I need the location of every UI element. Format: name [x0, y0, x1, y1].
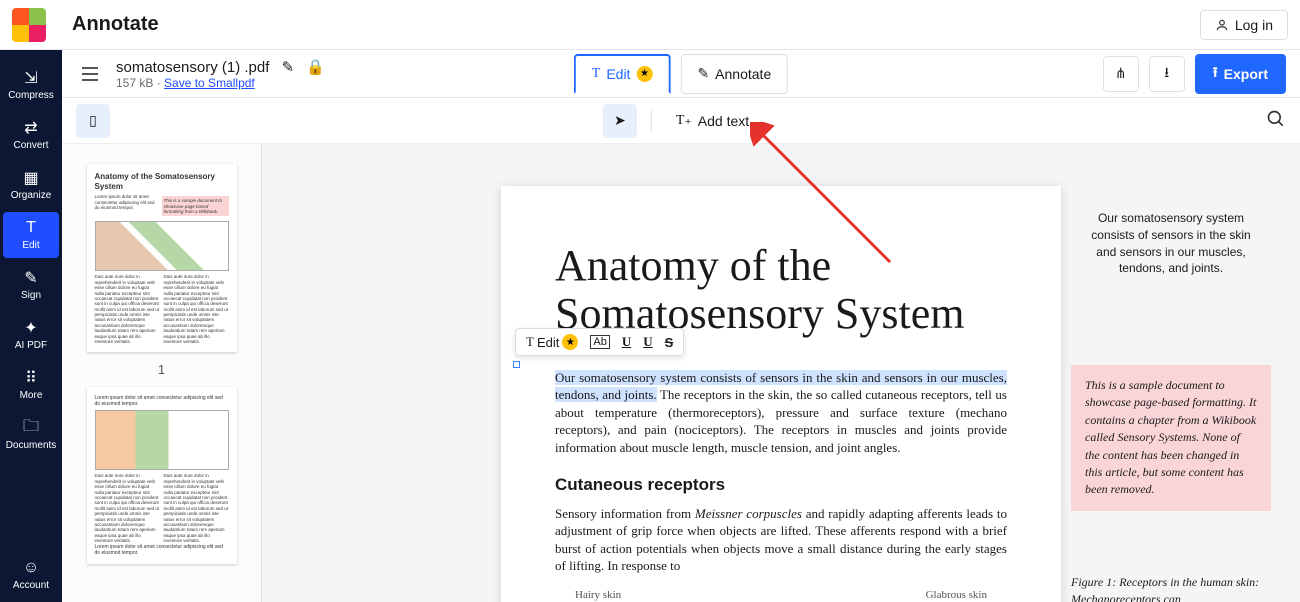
- text-cursor-icon: T: [592, 66, 601, 82]
- sidebar-item-aipdf[interactable]: ✦AI PDF: [3, 312, 59, 358]
- sidebar-item-documents[interactable]: 🗀Documents: [3, 412, 59, 458]
- user-icon: [1215, 18, 1229, 32]
- doc-filename: somatosensory (1) .pdf: [116, 59, 269, 76]
- export-button[interactable]: ⭱Export: [1195, 54, 1286, 94]
- sub-toolbar: ▯ ➤ T₊ Add text: [62, 98, 1300, 144]
- text-cursor-icon: T: [526, 334, 534, 350]
- share-button[interactable]: ⋔: [1103, 56, 1139, 92]
- cursor-icon: ➤: [614, 112, 626, 129]
- thumbnail-page-1[interactable]: Anatomy of the Somatosensory System Lore…: [87, 164, 237, 352]
- convert-icon: ⇄: [22, 119, 40, 137]
- highlight-icon: Ab: [590, 335, 609, 349]
- subheading[interactable]: Cutaneous receptors: [555, 475, 1007, 495]
- sidebar-item-organize[interactable]: ▦Organize: [3, 162, 59, 208]
- pdf-page[interactable]: Anatomy of the Somatosensory System TEdi…: [501, 186, 1061, 602]
- app-title: Annotate: [72, 13, 159, 36]
- document-toolbar: somatosensory (1) .pdf ✎ 🔒 157 kB · Save…: [62, 50, 1300, 98]
- doc-heading[interactable]: Anatomy of the Somatosensory System: [555, 242, 1007, 339]
- edit-text-icon: T: [22, 219, 40, 237]
- figure-labels: Hairy skin Glabrous skin: [555, 589, 1007, 601]
- save-to-smallpdf-link[interactable]: Save to Smallpdf: [164, 76, 255, 90]
- workspace: Anatomy of the Somatosensory System Lore…: [62, 144, 1300, 602]
- sparkle-icon: ✦: [22, 319, 40, 337]
- doc-meta: somatosensory (1) .pdf ✎ 🔒 157 kB · Save…: [116, 58, 325, 90]
- smallpdf-logo[interactable]: [12, 8, 46, 42]
- top-header: Annotate Log in: [0, 0, 1300, 50]
- login-button[interactable]: Log in: [1200, 10, 1288, 40]
- add-text-icon: T₊: [676, 112, 692, 129]
- text-format-toolbar: TEdit★ Ab U U S: [515, 328, 684, 356]
- login-label: Log in: [1235, 17, 1273, 33]
- sign-icon: ✎: [22, 269, 40, 287]
- lock-icon[interactable]: 🔒: [306, 59, 325, 76]
- toggle-thumbnails-button[interactable]: ▯: [76, 104, 110, 138]
- ft-strike[interactable]: S: [665, 335, 674, 350]
- thumbnail-page-2[interactable]: Lorem ipsum dolor sit amet consectetur a…: [87, 387, 237, 563]
- share-icon: ⋔: [1115, 65, 1127, 82]
- tab-annotate[interactable]: ✎ Annotate: [680, 54, 788, 94]
- search-button[interactable]: [1266, 109, 1286, 132]
- sidebar-item-account[interactable]: ☺Account: [3, 552, 59, 598]
- menu-icon[interactable]: [76, 60, 104, 88]
- ft-edit[interactable]: TEdit★: [526, 334, 578, 350]
- body-paragraph-1[interactable]: Our somatosensory system consists of sen…: [555, 369, 1007, 457]
- sidebar-item-compress[interactable]: ⇲Compress: [3, 62, 59, 108]
- thumb-figure: [95, 410, 229, 470]
- star-icon: ★: [636, 66, 652, 82]
- body-paragraph-2[interactable]: Sensory information from Meissner corpus…: [555, 505, 1007, 575]
- star-icon: ★: [562, 334, 578, 350]
- figure-caption[interactable]: Figure 1: Receptors in the human skin: M…: [1071, 574, 1271, 602]
- download-button[interactable]: ⭳: [1149, 56, 1185, 92]
- tab-edit[interactable]: T Edit ★: [574, 54, 671, 94]
- thumbnail-pagenum-1: 1: [76, 362, 247, 377]
- cursor-tool[interactable]: ➤: [603, 104, 637, 138]
- sidebar-item-sign[interactable]: ✎Sign: [3, 262, 59, 308]
- pencil-icon[interactable]: ✎: [282, 59, 295, 76]
- sidebar-item-edit[interactable]: TEdit: [3, 212, 59, 258]
- thumbnails-icon: ▯: [89, 112, 97, 129]
- selection-handle[interactable]: [513, 361, 520, 368]
- underline-icon: U: [622, 334, 631, 350]
- ft-highlight[interactable]: Ab: [590, 335, 609, 349]
- thumb-figure: [95, 221, 229, 271]
- download-icon: ⭳: [1164, 62, 1169, 86]
- ft-underline-1[interactable]: U: [622, 334, 631, 350]
- left-sidebar: ⇲Compress ⇄Convert ▦Organize TEdit ✎Sign…: [0, 50, 62, 602]
- add-text-tool[interactable]: T₊ Add text: [666, 106, 759, 135]
- search-icon: [1266, 109, 1286, 129]
- pink-callout[interactable]: This is a sample document to showcase pa…: [1071, 365, 1271, 511]
- compress-icon: ⇲: [22, 69, 40, 87]
- doc-size: 157 kB: [116, 76, 153, 90]
- upload-icon: ⭱: [1213, 62, 1218, 86]
- grid-icon: ⠿: [22, 369, 40, 387]
- ft-underline-2[interactable]: U: [643, 334, 652, 350]
- thumbnails-panel[interactable]: Anatomy of the Somatosensory System Lore…: [62, 144, 262, 602]
- folder-icon: 🗀: [22, 419, 40, 437]
- canvas-area[interactable]: Anatomy of the Somatosensory System TEdi…: [262, 144, 1300, 602]
- side-note[interactable]: Our somatosensory system consists of sen…: [1081, 210, 1261, 277]
- account-icon: ☺: [22, 559, 40, 577]
- sidebar-item-convert[interactable]: ⇄Convert: [3, 112, 59, 158]
- organize-icon: ▦: [22, 169, 40, 187]
- pen-icon: ✎: [697, 65, 709, 82]
- underline-icon: U: [643, 334, 652, 350]
- strikethrough-icon: S: [665, 335, 674, 350]
- sidebar-item-more[interactable]: ⠿More: [3, 362, 59, 408]
